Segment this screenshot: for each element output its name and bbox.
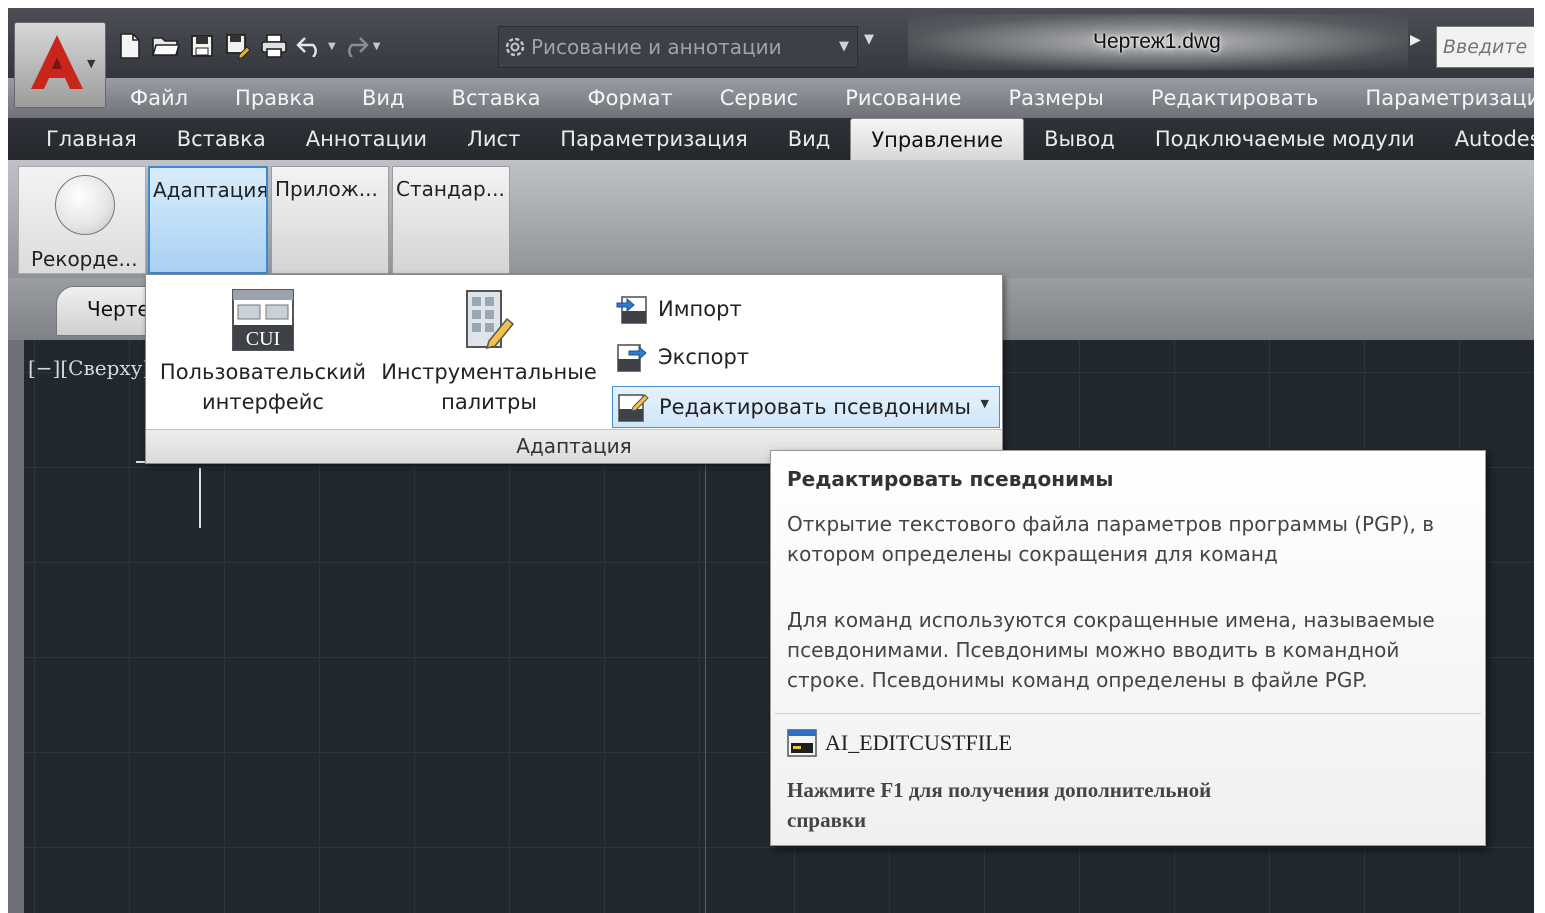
undo-dropdown-icon[interactable]: ▼: [328, 41, 336, 52]
record-icon: [55, 175, 115, 235]
menu-insert[interactable]: Вставка: [452, 86, 541, 110]
save-icon[interactable]: [186, 30, 218, 62]
menu-bar: Файл Правка Вид Вставка Формат Сервис Ри…: [8, 78, 1534, 118]
user-interface-label-line2: интерфейс: [202, 390, 324, 414]
tab-parametric[interactable]: Параметризация: [540, 118, 767, 160]
tab-home[interactable]: Главная: [26, 118, 157, 160]
tab-annotate[interactable]: Аннотации: [286, 118, 447, 160]
title-bar: ▼ ▼ Рисование и аннотации ▼ ▼ Чертеж1.dw…: [8, 8, 1534, 78]
user-interface-label-line1: Пользовательский: [159, 360, 367, 384]
tooltip-title: Редактировать псевдонимы: [787, 467, 1114, 491]
ribbon-tab-bar: Главная Вставка Аннотации Лист Параметри…: [8, 118, 1534, 160]
tab-insert[interactable]: Вставка: [157, 118, 286, 160]
crosshair-vertical: [199, 468, 201, 528]
svg-text:CUI: CUI: [246, 328, 280, 350]
edit-aliases-label: Редактировать псевдонимы: [659, 395, 971, 419]
tooltip-description: Открытие текстового файла параметров про…: [787, 512, 1434, 566]
tooltip-divider: [775, 713, 1481, 714]
panel-applications[interactable]: Прилож...: [271, 166, 389, 274]
customize-toolbar-icon[interactable]: ▼: [864, 32, 874, 47]
tooltip-command-name: AI_EDITCUSTFILE: [825, 730, 1012, 755]
tab-view[interactable]: Вид: [768, 118, 851, 160]
print-icon[interactable]: [258, 30, 290, 62]
tooltip-command: AI_EDITCUSTFILE: [787, 729, 1012, 757]
menu-view[interactable]: Вид: [362, 86, 405, 110]
left-border: [8, 340, 24, 913]
export-label: Экспорт: [658, 345, 750, 369]
undo-icon[interactable]: [294, 30, 326, 62]
menu-draw[interactable]: Рисование: [845, 86, 961, 110]
new-file-icon[interactable]: [114, 30, 146, 62]
workspace-selector[interactable]: Рисование и аннотации ▼: [498, 26, 858, 68]
menu-dimension[interactable]: Размеры: [1008, 86, 1103, 110]
tab-output[interactable]: Вывод: [1024, 118, 1135, 160]
quick-access-toolbar: ▼ ▼: [114, 26, 383, 66]
import-icon: [616, 296, 647, 324]
import-button[interactable]: Импорт: [612, 289, 742, 329]
action-recorder-label: Рекорде...: [31, 247, 138, 271]
workspace-label: Рисование и аннотации: [531, 35, 782, 59]
redo-icon[interactable]: [339, 30, 371, 62]
tool-palettes-label-line1: Инструментальные: [381, 360, 597, 384]
export-icon: [617, 344, 647, 372]
panel-customization[interactable]: Адаптация: [148, 166, 268, 274]
tool-palette-icon: [466, 290, 515, 350]
pgp-file-icon: [618, 394, 649, 422]
edit-aliases-tooltip: Редактировать псевдонимы Открытие тексто…: [770, 450, 1486, 846]
menu-modify[interactable]: Редактировать: [1151, 86, 1319, 110]
customization-dropdown-panel: CUI Пользовательский интерфейс Инструмен…: [145, 274, 1003, 464]
panel-cad-standards[interactable]: Стандар...: [392, 166, 510, 274]
tool-palettes-button[interactable]: Инструментальные палитры: [378, 289, 600, 417]
window-title: Чертеж1.dwg: [1093, 30, 1221, 53]
tab-manage[interactable]: Управление: [850, 118, 1025, 160]
tool-palettes-label-line2: палитры: [441, 390, 537, 414]
gear-icon: [499, 34, 531, 60]
tab-plugins[interactable]: Подключаемые модули: [1135, 118, 1435, 160]
export-button[interactable]: Экспорт: [612, 337, 749, 377]
user-interface-button[interactable]: CUI Пользовательский интерфейс: [154, 289, 372, 417]
search-input[interactable]: [1436, 26, 1534, 68]
menu-format[interactable]: Формат: [588, 86, 673, 110]
chevron-down-icon: ▼: [87, 57, 96, 70]
menu-file[interactable]: Файл: [130, 86, 188, 110]
autocad-logo-icon: [31, 35, 83, 89]
tab-layout[interactable]: Лист: [447, 118, 540, 160]
menu-tools[interactable]: Сервис: [720, 86, 798, 110]
cui-icon: CUI: [232, 289, 294, 351]
expand-arrow-icon[interactable]: ▶: [1410, 32, 1421, 48]
menu-parametric[interactable]: Параметризация: [1365, 86, 1534, 110]
chevron-down-icon[interactable]: ▼: [981, 397, 989, 410]
y-axis-line: [705, 463, 706, 913]
ribbon-panel-strip: Рекорде... Адаптация Прилож... Стандар..…: [8, 160, 1534, 278]
import-label: Импорт: [658, 297, 742, 321]
open-folder-icon[interactable]: [150, 30, 182, 62]
menu-edit[interactable]: Правка: [235, 86, 315, 110]
edit-aliases-button[interactable]: Редактировать псевдонимы ▼: [612, 386, 1000, 428]
action-recorder-button[interactable]: Рекорде...: [18, 166, 146, 274]
tooltip-help-hint: Нажмите F1 для получения дополнительной …: [787, 778, 1212, 832]
tooltip-extended-description: Для команд используются сокращенные имен…: [787, 608, 1435, 692]
redo-dropdown-icon[interactable]: ▼: [373, 41, 381, 52]
command-line-icon: [787, 729, 817, 757]
autocad-window: ▼ ▼ Рисование и аннотации ▼ ▼ Чертеж1.dw…: [8, 8, 1534, 913]
save-as-icon[interactable]: [222, 30, 254, 62]
application-menu-button[interactable]: ▼: [14, 22, 106, 108]
chevron-down-icon: ▼: [839, 39, 849, 54]
tab-autodesk-360[interactable]: Autodesk 360: [1435, 118, 1534, 160]
